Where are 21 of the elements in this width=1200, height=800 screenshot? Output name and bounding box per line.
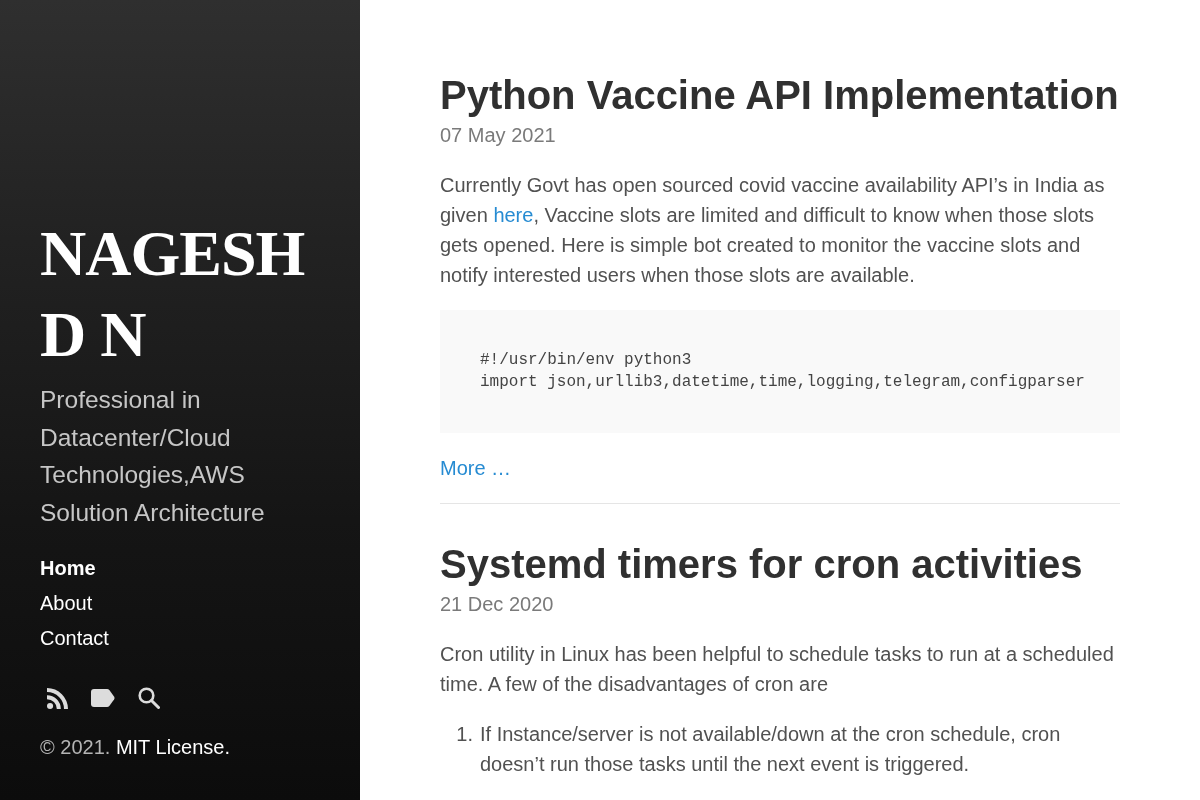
- post-date: 21 Dec 2020: [440, 592, 555, 617]
- license-link[interactable]: MIT License.: [115, 736, 231, 758]
- list-item-text: If Instance/server is not available/down at the cron schedule, cron doesn’t run those tasks until the next event is triggered.: [480, 722, 1062, 777]
- site-title[interactable]: NAGESH D N: [40, 213, 320, 375]
- inline-link[interactable]: here: [493, 204, 534, 226]
- nav-link[interactable]: About: [40, 586, 93, 621]
- nav-link[interactable]: Contact: [40, 621, 109, 656]
- tag-icon[interactable]: [91, 689, 115, 707]
- post-title[interactable]: Systemd timers for cron activities: [440, 539, 1120, 589]
- nav-link[interactable]: Home: [40, 551, 96, 586]
- copyright-text: © 2021. MIT License.: [40, 735, 231, 760]
- post-paragraph: Cron utility in Linux has been helpful to schedule tasks to run at a scheduled time. A few of the disadvantages of cron are: [440, 642, 1115, 697]
- list-number: 1.: [455, 722, 474, 747]
- post-title[interactable]: Python Vaccine API Implementation: [440, 70, 1120, 120]
- more-link[interactable]: More …: [440, 457, 512, 479]
- tagline: Professional in Datacenter/Cloud Technologies,AWS Solution Architecture: [40, 385, 266, 528]
- code-line: #!/usr/bin/env python3: [480, 350, 693, 371]
- search-icon[interactable]: [138, 687, 160, 709]
- rss-icon[interactable]: [47, 687, 68, 709]
- post-date: 07 May 2021: [440, 123, 557, 148]
- post-paragraph: Currently Govt has open sourced covid vaccine availability API’s in India as given here, Vaccine slots are limited and difficult to know when those slots gets opened. Here is simple bot created to monitor the vaccine slots and notify interested users when those slots are available.: [440, 173, 1106, 288]
